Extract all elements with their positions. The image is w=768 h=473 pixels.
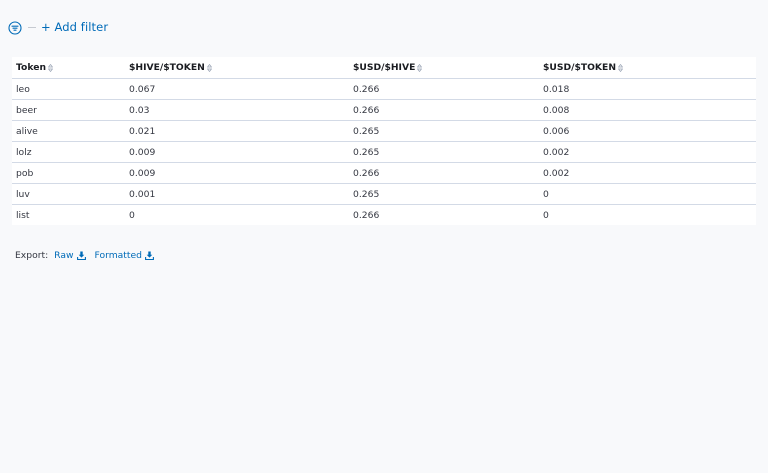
- table-header-row: Token $HIVE/$TOKEN $USD/$HIVE $USD/$TOKE…: [12, 57, 756, 79]
- cell-token: leo: [12, 78, 125, 100]
- cell-token: list: [16, 209, 30, 221]
- cell-usd-per-hive: 0.266: [349, 78, 539, 100]
- column-header-token[interactable]: Token: [12, 57, 125, 79]
- cell-usd-per-hive: 0.266: [353, 209, 380, 221]
- table-row: beer 0.03 0.266 0.008: [12, 99, 756, 121]
- column-header-usd-per-token[interactable]: $USD/$TOKEN: [539, 57, 756, 79]
- sort-icon: [48, 63, 53, 72]
- export-raw-label: Raw: [54, 250, 74, 261]
- cell-usd-per-token: 0: [539, 183, 756, 205]
- cell-usd-per-token: 0.018: [539, 78, 756, 100]
- export-raw-link[interactable]: Raw: [54, 250, 86, 261]
- export-bar: Export: Raw Formatted: [15, 250, 154, 261]
- cell-hive-per-token: 0: [129, 209, 135, 221]
- column-header-hive-per-token[interactable]: $HIVE/$TOKEN: [125, 57, 349, 79]
- filter-separator: [28, 26, 36, 28]
- table-row: list 0 0.266 0: [12, 205, 756, 226]
- cell-hive-per-token: 0.009: [125, 162, 349, 184]
- table-row: pob 0.009 0.266 0.002: [12, 162, 756, 184]
- cell-hive-per-token: 0.03: [125, 99, 349, 121]
- cell-usd-per-hive: 0.265: [349, 120, 539, 142]
- cell-token: pob: [12, 162, 125, 184]
- export-formatted-link[interactable]: Formatted: [95, 250, 154, 261]
- cell-usd-per-token: 0: [543, 209, 549, 221]
- cell-usd-per-token: 0.002: [539, 162, 756, 184]
- cell-hive-per-token: 0.009: [125, 141, 349, 163]
- cell-hive-per-token: 0.067: [125, 78, 349, 100]
- cell-usd-per-token: 0.002: [539, 141, 756, 163]
- download-icon: [76, 251, 86, 260]
- cell-hive-per-token: 0.001: [125, 183, 349, 205]
- cell-usd-per-hive: 0.266: [349, 162, 539, 184]
- cell-hive-per-token: 0.021: [125, 120, 349, 142]
- sort-icon: [618, 63, 624, 72]
- cell-usd-per-hive: 0.265: [349, 183, 539, 205]
- table-row: lolz 0.009 0.265 0.002: [12, 141, 756, 163]
- cell-usd-per-token: 0.008: [539, 99, 756, 121]
- cell-usd-per-hive: 0.265: [349, 141, 539, 163]
- filter-icon[interactable]: [8, 20, 22, 35]
- cell-token: lolz: [12, 141, 125, 163]
- table-row: alive 0.021 0.265 0.006: [12, 120, 756, 142]
- filter-bar: + Add filter: [8, 18, 108, 36]
- sort-icon: [206, 63, 212, 72]
- token-price-table: Token $HIVE/$TOKEN $USD/$HIVE $USD/$TOKE…: [12, 57, 756, 225]
- cell-token: luv: [12, 183, 125, 205]
- table-row: leo 0.067 0.266 0.018: [12, 78, 756, 100]
- export-label: Export:: [15, 250, 49, 261]
- table-row: luv 0.001 0.265 0: [12, 183, 756, 205]
- cell-usd-per-token: 0.006: [539, 120, 756, 142]
- add-filter-button[interactable]: + Add filter: [41, 20, 108, 34]
- cell-token: beer: [12, 99, 125, 121]
- cell-token: alive: [12, 120, 125, 142]
- sort-icon: [417, 63, 423, 72]
- download-icon: [145, 251, 154, 260]
- cell-usd-per-hive: 0.266: [349, 99, 539, 121]
- column-header-usd-per-hive[interactable]: $USD/$HIVE: [349, 57, 539, 79]
- export-formatted-label: Formatted: [94, 250, 142, 261]
